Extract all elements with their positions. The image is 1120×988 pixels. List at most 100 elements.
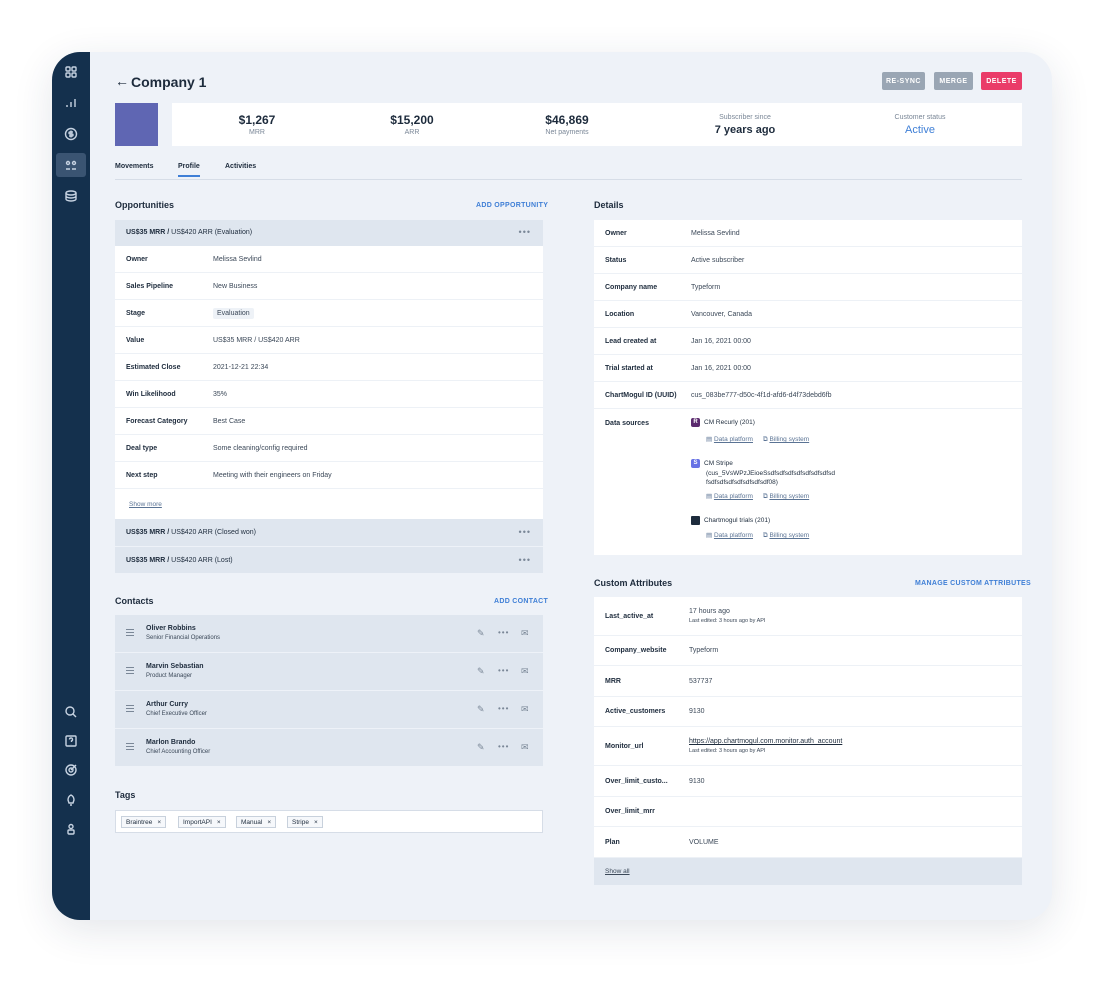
- show-all-bar: Show all: [594, 858, 1022, 885]
- field-value: Some cleaning/config required: [213, 445, 308, 452]
- show-all-link[interactable]: Show all: [605, 868, 630, 875]
- dollar-icon[interactable]: [56, 122, 86, 146]
- drag-handle-icon[interactable]: [126, 667, 134, 676]
- detail-label: Company name: [605, 284, 658, 291]
- attribute-label: Last_active_at: [605, 613, 654, 620]
- billing-system-link[interactable]: Billing system: [769, 532, 809, 539]
- detail-row: Owner Melissa Sevlind: [594, 220, 1022, 247]
- delete-button[interactable]: DELETE: [981, 72, 1022, 90]
- opportunity-header[interactable]: US$35 MRR / US$420 ARR (Closed won) •••: [115, 519, 543, 546]
- drag-handle-icon[interactable]: [126, 629, 134, 638]
- data-platform-link[interactable]: Data platform: [714, 493, 753, 500]
- email-icon[interactable]: ✉: [521, 666, 529, 677]
- attribute-value: 537737: [689, 678, 713, 685]
- tabs: Movements Profile Activities: [115, 162, 1022, 180]
- opportunity-field-row: Value US$35 MRR / US$420 ARR: [115, 327, 543, 354]
- attribute-row: Over_limit_custo... 9130: [594, 766, 1022, 797]
- attribute-label: Active_customers: [605, 708, 666, 715]
- attribute-value: VOLUME: [689, 839, 719, 846]
- contact-item[interactable]: Oliver Robbins Senior Financial Operation…: [115, 615, 543, 652]
- detail-label: Trial started at: [605, 365, 653, 372]
- data-source-item: R CM Recurly (201): [691, 418, 755, 427]
- add-opportunity-link[interactable]: ADD OPPORTUNITY: [476, 202, 548, 209]
- opportunity-header[interactable]: US$35 MRR / US$420 ARR (Lost) •••: [115, 546, 543, 573]
- more-icon[interactable]: •••: [519, 227, 531, 237]
- edit-icon[interactable]: ✎: [477, 704, 485, 715]
- tags-input[interactable]: Braintree × ImportAPI × Manual × Stripe ×: [115, 810, 543, 833]
- attribute-value: 9130: [689, 778, 705, 785]
- opportunity-field-row: Next step Meeting with their engineers on…: [115, 462, 543, 489]
- add-contact-link[interactable]: ADD CONTACT: [494, 598, 548, 605]
- user-icon[interactable]: [56, 817, 86, 841]
- custom-attributes-title: Custom Attributes: [594, 578, 673, 588]
- net-value: $46,869: [545, 113, 589, 127]
- search-icon[interactable]: [56, 700, 86, 724]
- stat-net-payments: $46,869 Net payments: [522, 103, 612, 146]
- tag-label: Manual: [241, 818, 263, 826]
- drag-handle-icon[interactable]: [126, 705, 134, 714]
- database-icon[interactable]: [56, 184, 86, 208]
- details-card: Owner Melissa Sevlind Status Active subscri…: [594, 220, 1022, 555]
- contact-item[interactable]: Arthur Curry Chief Executive Officer ✎ ••• ✉: [115, 691, 543, 728]
- back-arrow-icon[interactable]: ←: [115, 73, 129, 89]
- stripe-icon: S: [691, 459, 700, 468]
- field-label: Sales Pipeline: [126, 283, 174, 290]
- detail-label: Lead created at: [605, 338, 657, 345]
- tab-profile[interactable]: Profile: [178, 163, 200, 177]
- edit-icon[interactable]: ✎: [477, 628, 485, 639]
- stat-subscriber-since: Subscriber since 7 years ago: [690, 103, 800, 146]
- help-icon[interactable]: [56, 729, 86, 753]
- remove-tag-icon[interactable]: ×: [314, 819, 318, 826]
- show-more-link[interactable]: Show more: [129, 501, 162, 508]
- contacts-title: Contacts: [115, 596, 154, 606]
- edit-icon[interactable]: ✎: [477, 742, 485, 753]
- merge-button[interactable]: MERGE: [934, 72, 973, 90]
- detail-label: Owner: [605, 230, 627, 237]
- more-icon[interactable]: •••: [498, 628, 509, 637]
- detail-value: Typeform: [691, 284, 721, 291]
- contact-item[interactable]: Marvin Sebastian Product Manager ✎ ••• ✉: [115, 653, 543, 690]
- opportunities-card: US$35 MRR / US$420 ARR (Evaluation) ••• …: [115, 220, 543, 573]
- dashboard-icon[interactable]: [56, 60, 86, 84]
- rocket-icon[interactable]: [56, 788, 86, 812]
- opportunity-field-row: Forecast Category Best Case: [115, 408, 543, 435]
- detail-row: Lead created at Jan 16, 2021 00:00: [594, 328, 1022, 355]
- data-source-links: ▤ Data platform ⧉ Billing system: [706, 436, 810, 443]
- arr-value: $15,200: [390, 113, 434, 127]
- resync-button[interactable]: RE-SYNC: [882, 72, 925, 90]
- more-icon[interactable]: •••: [498, 666, 509, 675]
- billing-system-link[interactable]: Billing system: [769, 493, 809, 500]
- data-platform-link[interactable]: Data platform: [714, 436, 753, 443]
- opportunity-header[interactable]: US$35 MRR / US$420 ARR (Evaluation) •••: [115, 220, 543, 246]
- more-icon[interactable]: •••: [519, 527, 531, 537]
- remove-tag-icon[interactable]: ×: [217, 819, 221, 826]
- email-icon[interactable]: ✉: [521, 628, 529, 639]
- remove-tag-icon[interactable]: ×: [267, 819, 271, 826]
- tab-activities[interactable]: Activities: [225, 163, 256, 175]
- customers-icon[interactable]: [56, 153, 86, 177]
- remove-tag-icon[interactable]: ×: [157, 819, 161, 826]
- contact-item[interactable]: Marlon Brando Chief Accounting Officer ✎ ••…: [115, 729, 543, 766]
- opportunity-field-row: Stage Evaluation: [115, 300, 543, 327]
- edit-icon[interactable]: ✎: [477, 666, 485, 677]
- email-icon[interactable]: ✉: [521, 704, 529, 715]
- billing-system-link[interactable]: Billing system: [769, 436, 809, 443]
- field-label: Next step: [126, 472, 158, 479]
- field-value: Meeting with their engineers on Friday: [213, 472, 332, 479]
- email-icon[interactable]: ✉: [521, 742, 529, 753]
- contact-name: Marlon Brando: [146, 739, 196, 746]
- detail-row: Company name Typeform: [594, 274, 1022, 301]
- tab-movements[interactable]: Movements: [115, 163, 154, 175]
- target-icon[interactable]: [56, 758, 86, 782]
- net-label: Net payments: [545, 129, 589, 136]
- tag-chip: Stripe ×: [287, 816, 323, 828]
- field-value: Melissa Sevlind: [213, 256, 262, 263]
- more-icon[interactable]: •••: [498, 704, 509, 713]
- more-icon[interactable]: •••: [498, 742, 509, 751]
- drag-handle-icon[interactable]: [126, 743, 134, 752]
- manage-custom-attributes-link[interactable]: MANAGE CUSTOM ATTRIBUTES: [915, 580, 1031, 587]
- mrr-label: MRR: [249, 129, 265, 136]
- data-platform-link[interactable]: Data platform: [714, 532, 753, 539]
- analytics-icon[interactable]: [56, 91, 86, 115]
- more-icon[interactable]: •••: [519, 555, 531, 565]
